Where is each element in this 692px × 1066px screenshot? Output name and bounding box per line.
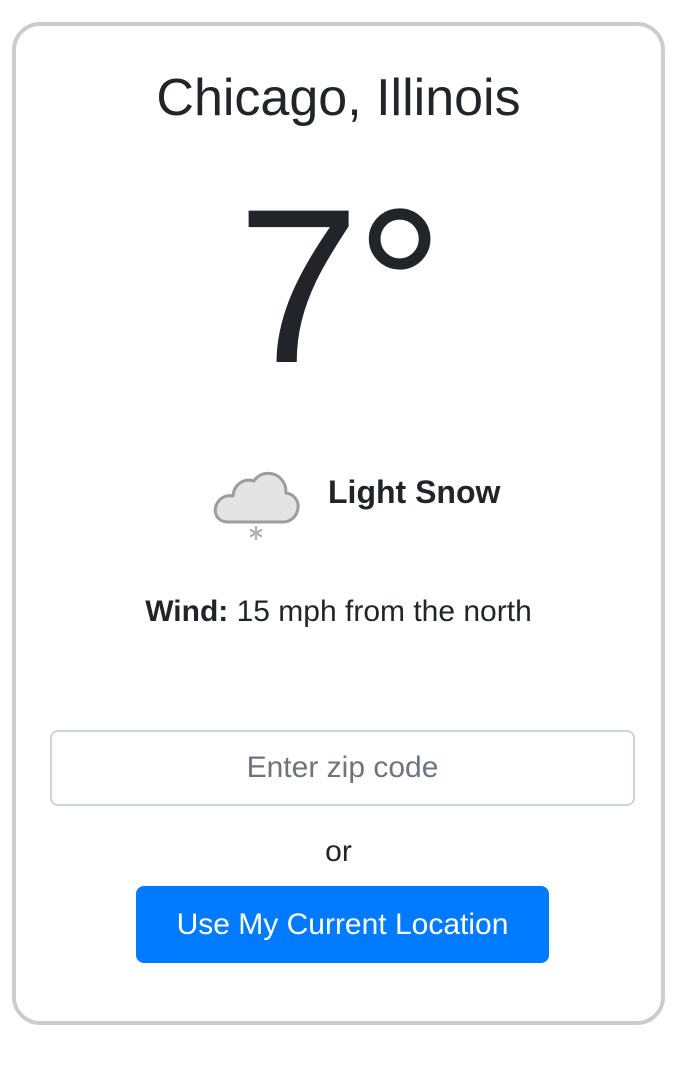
weather-card: Chicago, Illinois 7° Light Snow Wind: 15…	[12, 22, 665, 1025]
zip-code-input[interactable]	[50, 730, 635, 806]
wind-info: Wind: 15 mph from the north	[16, 592, 661, 632]
or-separator: or	[325, 835, 352, 868]
use-current-location-button[interactable]: Use My Current Location	[136, 886, 549, 963]
temperature: 7°	[237, 163, 443, 409]
condition-row: Light Snow	[16, 456, 661, 556]
wind-label: Wind:	[145, 595, 229, 628]
city-name: Chicago, Illinois	[156, 69, 521, 127]
light-snow-cloud-icon	[213, 471, 300, 541]
condition-label: Light Snow	[328, 474, 501, 510]
wind-value: 15 mph from the north	[228, 595, 532, 628]
